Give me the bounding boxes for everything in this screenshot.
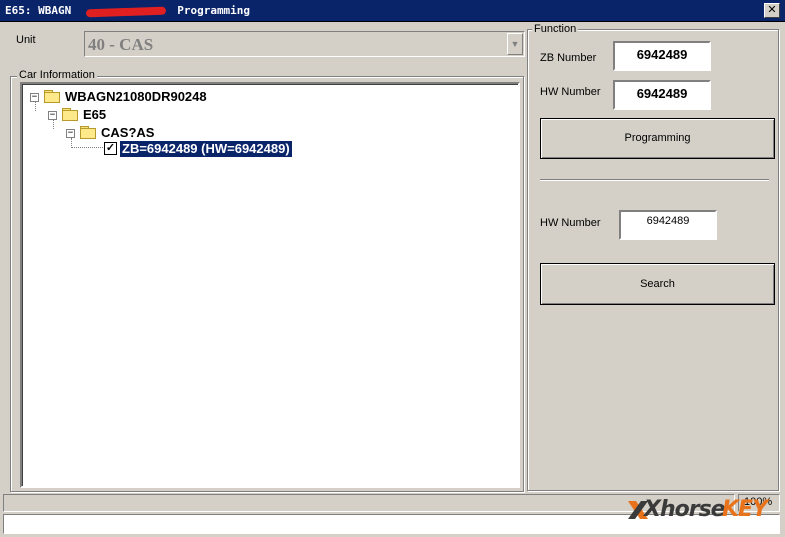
folder-icon	[80, 126, 96, 139]
zb-checkbox[interactable]: ✓	[104, 142, 117, 155]
title-bar: E65: WBAGN Programming ✕	[0, 0, 785, 22]
tree-connector	[53, 120, 54, 129]
collapse-icon[interactable]: −	[30, 93, 39, 102]
unit-dropdown[interactable]: 40 - CAS ▼	[84, 31, 525, 57]
chevron-down-icon[interactable]: ▼	[507, 33, 523, 55]
hw-number-label: HW Number	[540, 86, 601, 98]
section-divider	[540, 179, 769, 181]
tree-node-label: E65	[83, 107, 107, 122]
collapse-icon[interactable]: −	[66, 129, 75, 138]
unit-label: Unit	[16, 34, 36, 46]
xhorse-logo: Xhorse KEY	[626, 494, 781, 526]
search-button[interactable]: Search	[540, 263, 775, 305]
collapse-icon[interactable]: −	[48, 111, 57, 120]
tree-connector	[35, 102, 36, 111]
zb-number-label: ZB Number	[540, 52, 597, 64]
tree-connector	[71, 147, 103, 148]
programming-button[interactable]: Programming	[540, 118, 775, 159]
zb-number-field[interactable]: 6942489	[613, 41, 711, 71]
folder-icon	[44, 90, 60, 103]
tree-node-label: CAS?AS	[101, 125, 155, 140]
window-title-prefix: E65: WBAGN	[5, 4, 72, 17]
hw-number-field[interactable]: 6942489	[613, 80, 711, 110]
car-information-tree[interactable]: − WBAGN21080DR90248 − E65 − CAS?AS ✓ ZB=…	[20, 82, 520, 488]
logo-text-brand: Xhorse	[644, 497, 726, 522]
close-button[interactable]: ✕	[764, 3, 780, 18]
function-legend: Function	[532, 23, 579, 35]
logo-text-key: KEY	[722, 497, 768, 522]
unit-dropdown-value: 40 - CAS	[88, 35, 154, 54]
folder-icon	[62, 108, 78, 121]
window-title-suffix: Programming	[177, 4, 251, 17]
tree-node-label-selected: ZB=6942489 (HW=6942489)	[119, 140, 293, 158]
hw-search-label: HW Number	[540, 217, 601, 229]
car-information-legend: Car Information	[17, 69, 97, 81]
tree-node-label: WBAGN21080DR90248	[65, 89, 207, 104]
hw-search-field[interactable]: 6942489	[619, 210, 717, 240]
